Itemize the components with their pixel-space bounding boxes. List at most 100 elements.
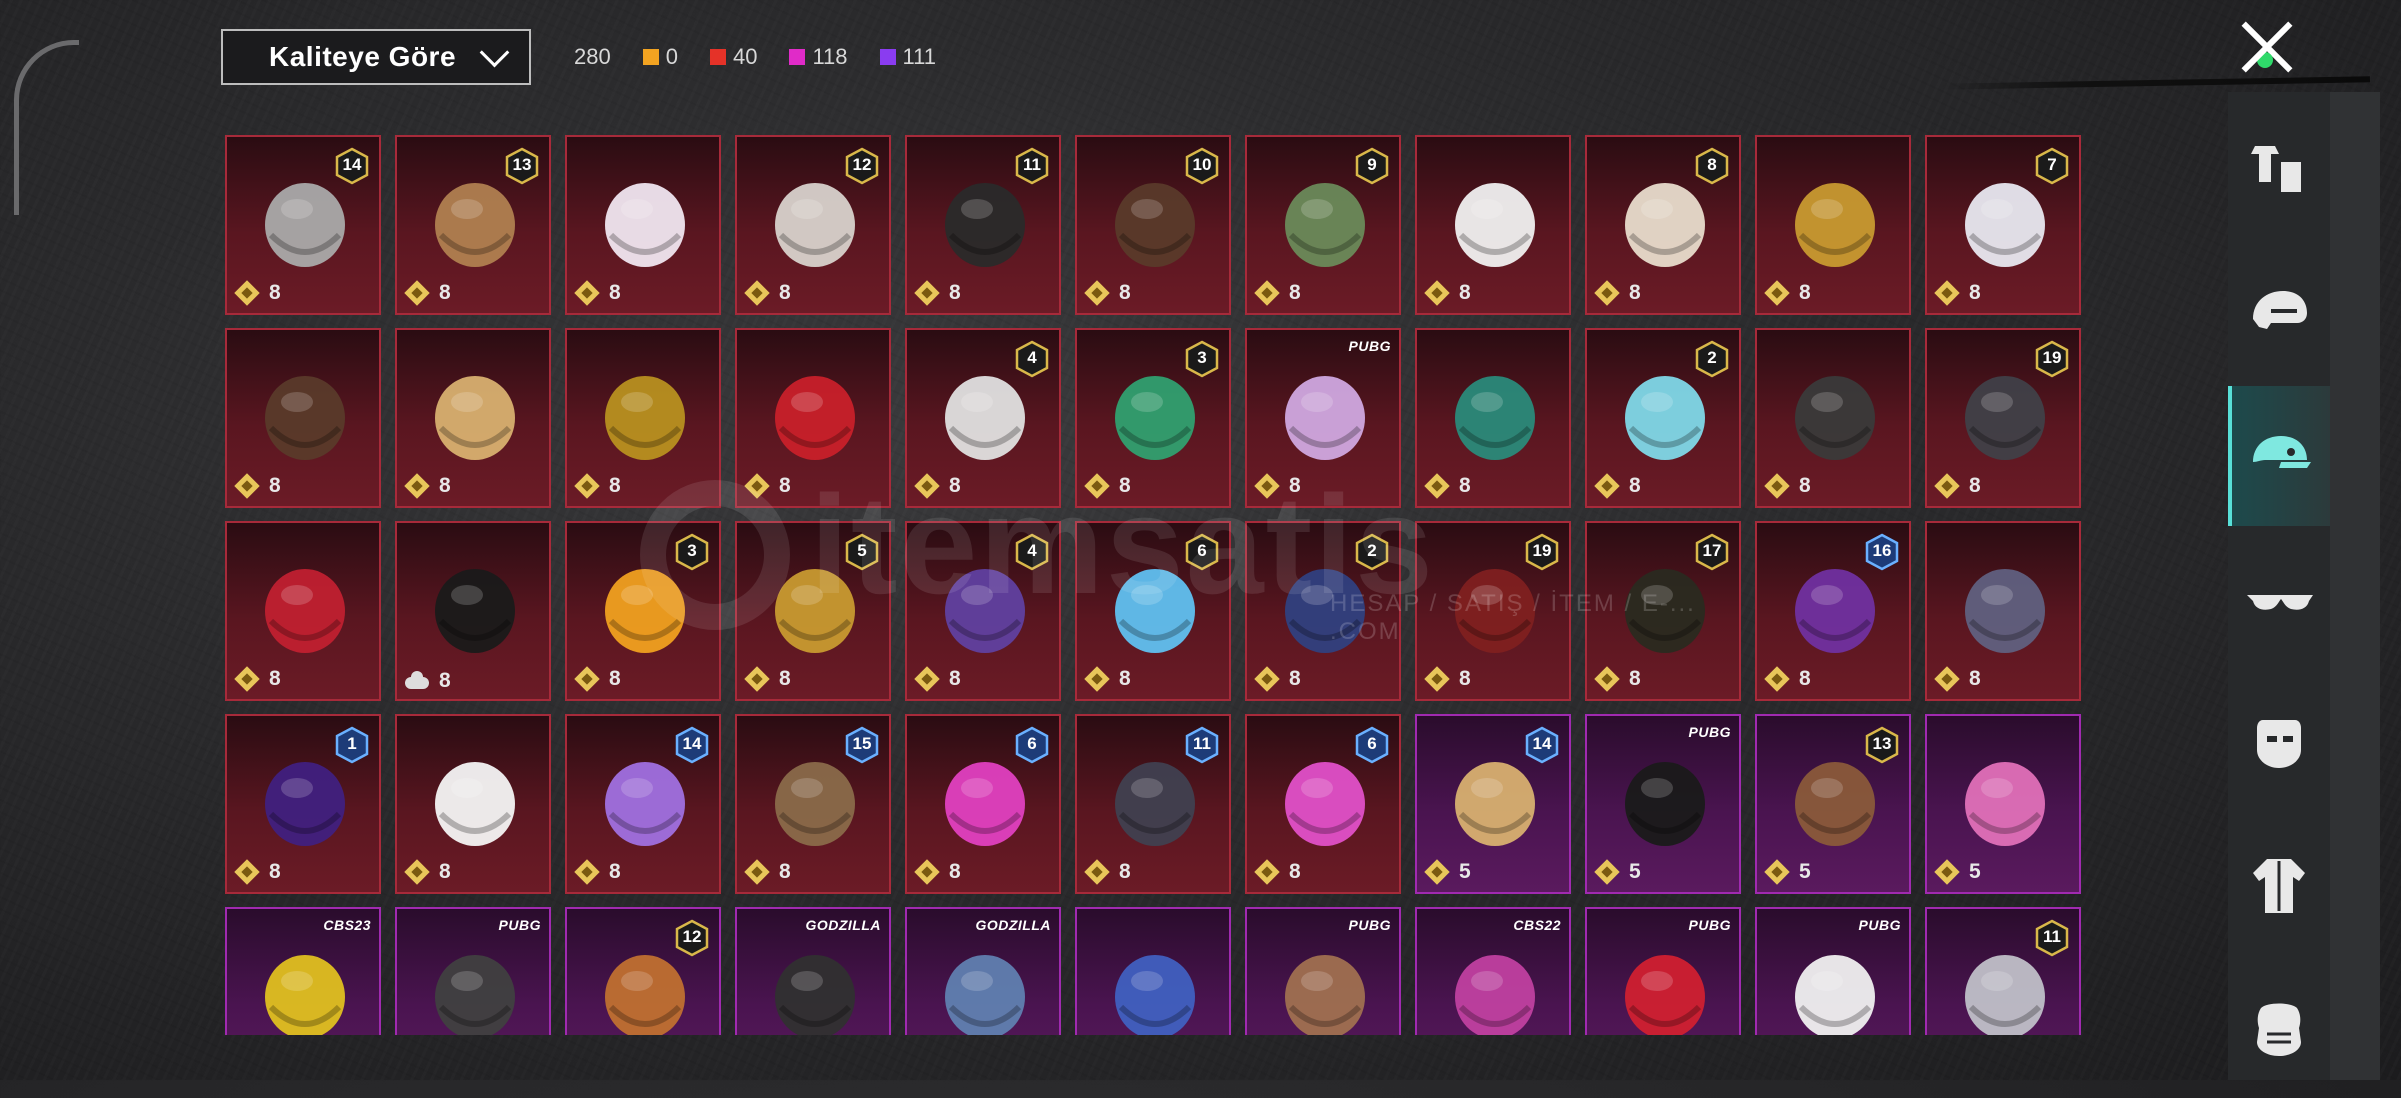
cap-icon [2253, 436, 2311, 468]
inventory-item[interactable]: PUBG [1755, 907, 1911, 1035]
quality-diamond-icon [1423, 665, 1451, 693]
inventory-item[interactable]: 14 8 [565, 714, 721, 894]
inventory-item[interactable]: 12 8 [735, 135, 891, 315]
inventory-item[interactable]: 68 [1075, 521, 1231, 701]
inventory-item[interactable]: 5 [1925, 714, 2081, 894]
inventory-item[interactable]: 8 [1925, 521, 2081, 701]
inventory-item[interactable]: 28 [1245, 521, 1401, 701]
inventory-item[interactable]: 8 [1415, 328, 1571, 508]
inventory-item[interactable]: 8 [395, 521, 551, 701]
inventory-item[interactable]: 58 [735, 521, 891, 701]
item-value-number: 8 [1289, 860, 1301, 883]
inventory-item[interactable]: CBS23 [225, 907, 381, 1035]
inventory-item[interactable]: PUBG 8 [1245, 328, 1401, 508]
item-value: 8 [913, 472, 961, 500]
quality-counts: 280 0 40 118 111 [574, 44, 936, 70]
level-badge-value: 3 [687, 541, 697, 560]
quality-diamond-icon [1933, 279, 1961, 307]
quality-diamond-icon [1083, 472, 1111, 500]
item-value: 8 [233, 472, 281, 500]
inventory-item[interactable]: 8 [1755, 135, 1911, 315]
inventory-item[interactable]: 11 8 [905, 135, 1061, 315]
inventory-item[interactable]: 12 [565, 907, 721, 1035]
sort-dropdown[interactable]: Kaliteye Göre [221, 29, 531, 85]
inventory-item[interactable]: 8 [565, 328, 721, 508]
sidebar-item-helmet[interactable] [2228, 243, 2330, 383]
inventory-item[interactable]: 38 [565, 521, 721, 701]
cow-mask-icon [1267, 937, 1383, 1035]
quality-diamond-icon [1593, 858, 1621, 886]
cloud-icon [403, 671, 431, 691]
item-value: 8 [1933, 472, 1981, 500]
inventory-item[interactable]: 28 [1585, 328, 1741, 508]
sidebar-item-jacket[interactable] [2228, 815, 2330, 955]
inventory-item[interactable]: 15 8 [735, 714, 891, 894]
inventory-item[interactable]: 10 8 [1075, 135, 1231, 315]
inventory-item[interactable]: 17 8 [1585, 521, 1741, 701]
sidebar-item-outfit[interactable] [2228, 100, 2330, 240]
item-value: 8 [233, 279, 281, 307]
inventory-item[interactable]: 13 5 [1755, 714, 1911, 894]
inventory-item[interactable]: 48 [905, 521, 1061, 701]
item-value: 5 [1763, 858, 1811, 886]
quality-diamond-icon [403, 858, 431, 886]
red-hair-icon [1607, 937, 1723, 1035]
inventory-item[interactable]: 11 8 [1075, 714, 1231, 894]
inventory-item[interactable]: 98 [1245, 135, 1401, 315]
level-badge-icon: 10 [1185, 147, 1219, 185]
inventory-item[interactable]: 19 8 [1415, 521, 1571, 701]
inventory-item[interactable]: 8 [225, 521, 381, 701]
inventory-item[interactable]: GODZILLA [735, 907, 891, 1035]
inventory-item[interactable]: GODZILLA [905, 907, 1061, 1035]
collab-badge: CBS23 [323, 917, 371, 933]
level-badge-value: 6 [1367, 734, 1377, 753]
inventory-item[interactable]: 8 [1415, 135, 1571, 315]
inventory-item[interactable]: 16 8 [1755, 521, 1911, 701]
inventory-item[interactable]: 13 8 [395, 135, 551, 315]
steel-visor-helmet-icon [1947, 551, 2063, 663]
inventory-item[interactable]: 8 [225, 328, 381, 508]
inventory-item[interactable]: 68 [1245, 714, 1401, 894]
inventory-item[interactable]: 48 [905, 328, 1061, 508]
quality-diamond-icon [573, 665, 601, 693]
quality-diamond-icon [913, 665, 941, 693]
sidebar-item-cap[interactable] [2228, 386, 2330, 526]
inventory-item[interactable]: 8 [565, 135, 721, 315]
inventory-item[interactable]: 14 5 [1415, 714, 1571, 894]
inventory-item[interactable]: 88 [1585, 135, 1741, 315]
quality-diamond-icon [1933, 472, 1961, 500]
inventory-item[interactable] [1075, 907, 1231, 1035]
inventory-item[interactable]: 8 [395, 328, 551, 508]
inventory-item[interactable]: PUBG [1245, 907, 1401, 1035]
level-badge-value: 15 [852, 734, 872, 753]
inventory-item[interactable]: 78 [1925, 135, 2081, 315]
inventory-item[interactable]: PUBG 5 [1585, 714, 1741, 894]
inventory-item[interactable]: 8 [735, 328, 891, 508]
inventory-item[interactable]: 8 [1755, 328, 1911, 508]
close-button[interactable] [2238, 18, 2296, 76]
legendary-swatch-icon [642, 49, 659, 65]
level-badge-icon: 7 [2035, 147, 2069, 185]
sidebar-item-glasses[interactable] [2228, 529, 2330, 669]
inventory-item[interactable]: 18 [225, 714, 381, 894]
item-value-number: 8 [1969, 667, 1981, 690]
inventory-item[interactable]: 19 8 [1925, 328, 2081, 508]
item-value-number: 8 [1119, 860, 1131, 883]
sidebar-item-face-mask[interactable] [2228, 958, 2330, 1098]
inventory-item[interactable]: 38 [1075, 328, 1231, 508]
item-value-number: 8 [1459, 281, 1471, 304]
level-badge-value: 11 [1023, 155, 1041, 174]
inventory-item[interactable]: CBS22 [1415, 907, 1571, 1035]
inventory-item[interactable]: 8 [395, 714, 551, 894]
item-value: 8 [913, 665, 961, 693]
inventory-item[interactable]: 11 [1925, 907, 2081, 1035]
inventory-item[interactable]: 68 [905, 714, 1061, 894]
sidebar-item-mask[interactable] [2228, 672, 2330, 812]
collab-badge: GODZILLA [805, 917, 881, 933]
inventory-item[interactable]: PUBG [395, 907, 551, 1035]
back-edge-handle[interactable] [14, 40, 79, 215]
item-value: 8 [1253, 472, 1301, 500]
inventory-item[interactable]: PUBG [1585, 907, 1741, 1035]
inventory-item[interactable]: 14 8 [225, 135, 381, 315]
dragon-helmet-icon [1437, 358, 1553, 470]
